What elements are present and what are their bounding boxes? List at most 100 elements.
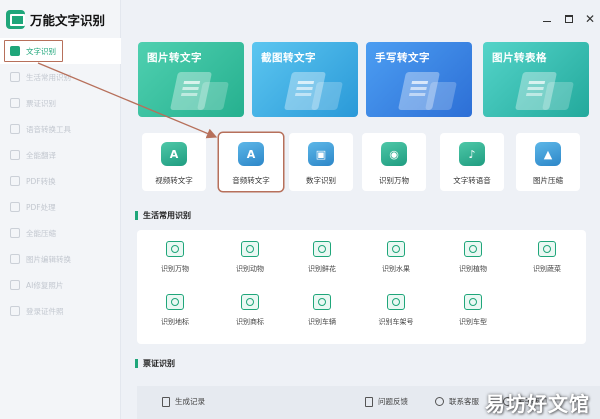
- tool-label: 音频转文字: [232, 176, 270, 185]
- sidebar-item-label: 全能翻译: [26, 150, 56, 160]
- tool-label: 识别万物: [379, 176, 409, 185]
- life-item-label: 识别车型: [459, 318, 487, 326]
- sidebar-item-text-recognition[interactable]: 文字识别: [0, 38, 121, 64]
- life-item-label: 识别车架号: [378, 318, 414, 326]
- id-photo-icon: [10, 306, 20, 316]
- sidebar-item-id-photo[interactable]: 登录证件照: [0, 298, 121, 324]
- animal-scan-icon: [241, 241, 259, 257]
- tool-recognize-anything[interactable]: ◉ 识别万物: [362, 133, 426, 191]
- contact-service-button[interactable]: 联系客服: [435, 396, 479, 407]
- records-icon: [162, 396, 170, 407]
- maximize-icon: [565, 15, 573, 23]
- banner-handwriting-to-text[interactable]: 手写转文字: [366, 42, 472, 117]
- close-button[interactable]: ✕: [584, 12, 596, 26]
- life-item-landmark[interactable]: 识别地标: [145, 290, 205, 334]
- life-item-vegetable[interactable]: 识别蔬菜: [517, 237, 577, 281]
- life-item-label: 识别车辆: [308, 318, 336, 326]
- section-marker: [135, 359, 138, 368]
- life-recognition-panel: 识别万物 识别动物 识别鲜花 识别水果 识别植物 识别蔬菜 识别地标 识别商标 …: [137, 230, 586, 344]
- close-icon: ✕: [584, 12, 596, 26]
- section-title-ticket: 票证识别: [135, 358, 175, 369]
- photo-repair-icon: [10, 280, 20, 290]
- vehicle-icon: [313, 294, 331, 310]
- life-item-vehicle[interactable]: 识别车辆: [292, 290, 352, 334]
- sidebar-item-image-edit[interactable]: 图片编辑转换: [0, 246, 121, 272]
- sidebar: 万能文字识别 文字识别 生活常用识别 票证识别 语音转换工具 全能翻译 PDF转…: [0, 0, 121, 419]
- vin-icon: [387, 294, 405, 310]
- generate-records-button[interactable]: 生成记录: [162, 396, 205, 407]
- flower-scan-icon: [313, 241, 331, 257]
- life-item-label: 识别地标: [161, 318, 189, 326]
- minimize-icon: [543, 20, 551, 23]
- sidebar-item-compress[interactable]: 全能压缩: [0, 220, 121, 246]
- feedback-icon: [365, 396, 373, 407]
- compress-icon: [10, 228, 20, 238]
- tool-label: 数字识别: [306, 176, 336, 185]
- sidebar-item-translate[interactable]: 全能翻译: [0, 142, 121, 168]
- eye-icon: [166, 241, 184, 257]
- banner-label: 图片转文字: [147, 52, 202, 64]
- watermark-text: 易坊好文馆: [485, 392, 590, 416]
- bottom-label: 生成记录: [175, 397, 205, 406]
- life-item-label: 识别商标: [236, 318, 264, 326]
- tool-video-to-text[interactable]: A 视频转文字: [142, 133, 206, 191]
- sidebar-item-ai-photo-repair[interactable]: AI修复照片: [0, 272, 121, 298]
- number-scan-icon: ▣: [308, 142, 334, 166]
- vegetable-scan-icon: [538, 241, 556, 257]
- landmark-icon: [166, 294, 184, 310]
- image-edit-icon: [10, 254, 20, 264]
- sidebar-item-label: 生活常用识别: [26, 72, 71, 82]
- life-item-label: 识别鲜花: [308, 265, 336, 273]
- maximize-button[interactable]: [563, 13, 575, 25]
- tool-text-to-speech[interactable]: ♪ 文字转语音: [440, 133, 504, 191]
- sidebar-item-ticket-recognition[interactable]: 票证识别: [0, 90, 121, 116]
- sidebar-item-label: 登录证件照: [26, 306, 64, 316]
- tool-label: 图片压缩: [533, 176, 563, 185]
- section-title-text: 生活常用识别: [143, 211, 191, 220]
- video-text-icon: A: [161, 142, 187, 166]
- image-icon: ▲: [535, 142, 561, 166]
- sidebar-item-label: PDF转换: [26, 176, 56, 186]
- trademark-icon: [241, 294, 259, 310]
- ticket-icon: [10, 98, 20, 108]
- eye-icon: ◉: [381, 142, 407, 166]
- feedback-button[interactable]: 问题反馈: [365, 396, 408, 407]
- minimize-button[interactable]: [541, 13, 553, 25]
- sidebar-item-pdf-convert[interactable]: PDF转换: [0, 168, 121, 194]
- app-title-bar: 万能文字识别: [6, 8, 105, 30]
- tool-label: 视频转文字: [155, 176, 193, 185]
- banner-image-to-table[interactable]: 图片转表格: [483, 42, 589, 117]
- life-item-plant[interactable]: 识别植物: [443, 237, 503, 281]
- life-item-vin[interactable]: 识别车架号: [366, 290, 426, 334]
- app-logo-icon: [6, 9, 25, 29]
- life-item-animal[interactable]: 识别动物: [220, 237, 280, 281]
- music-note-icon: ♪: [459, 142, 485, 166]
- tool-number-recognition[interactable]: ▣ 数字识别: [289, 133, 353, 191]
- life-item-flower[interactable]: 识别鲜花: [292, 237, 352, 281]
- headset-icon: [435, 397, 444, 406]
- sidebar-item-voice-tools[interactable]: 语音转换工具: [0, 116, 121, 142]
- life-item-car-model[interactable]: 识别车型: [443, 290, 503, 334]
- sidebar-item-pdf-process[interactable]: PDF处理: [0, 194, 121, 220]
- highlight-box: [4, 40, 63, 62]
- tool-label: 文字转语音: [453, 176, 491, 185]
- tool-audio-to-text[interactable]: A 音频转文字: [219, 133, 283, 191]
- life-item-label: 识别万物: [161, 265, 189, 273]
- life-item-trademark[interactable]: 识别商标: [220, 290, 280, 334]
- section-title-life: 生活常用识别: [135, 210, 191, 221]
- sidebar-item-life-recognition[interactable]: 生活常用识别: [0, 64, 121, 90]
- bottom-label: 联系客服: [449, 397, 479, 406]
- pdf-process-icon: [10, 202, 20, 212]
- life-item-fruit[interactable]: 识别水果: [366, 237, 426, 281]
- sidebar-item-label: 全能压缩: [26, 228, 56, 238]
- section-title-text: 票证识别: [143, 359, 175, 368]
- life-item-anything[interactable]: 识别万物: [145, 237, 205, 281]
- banner-label: 图片转表格: [492, 52, 547, 64]
- sidebar-item-label: 语音转换工具: [26, 124, 71, 134]
- life-item-label: 识别植物: [459, 265, 487, 273]
- banner-screenshot-to-text[interactable]: 截图转文字: [252, 42, 358, 117]
- tool-image-compress[interactable]: ▲ 图片压缩: [516, 133, 580, 191]
- audio-text-icon: A: [238, 142, 264, 166]
- sidebar-item-label: PDF处理: [26, 202, 56, 212]
- banner-image-to-text[interactable]: 图片转文字: [138, 42, 244, 117]
